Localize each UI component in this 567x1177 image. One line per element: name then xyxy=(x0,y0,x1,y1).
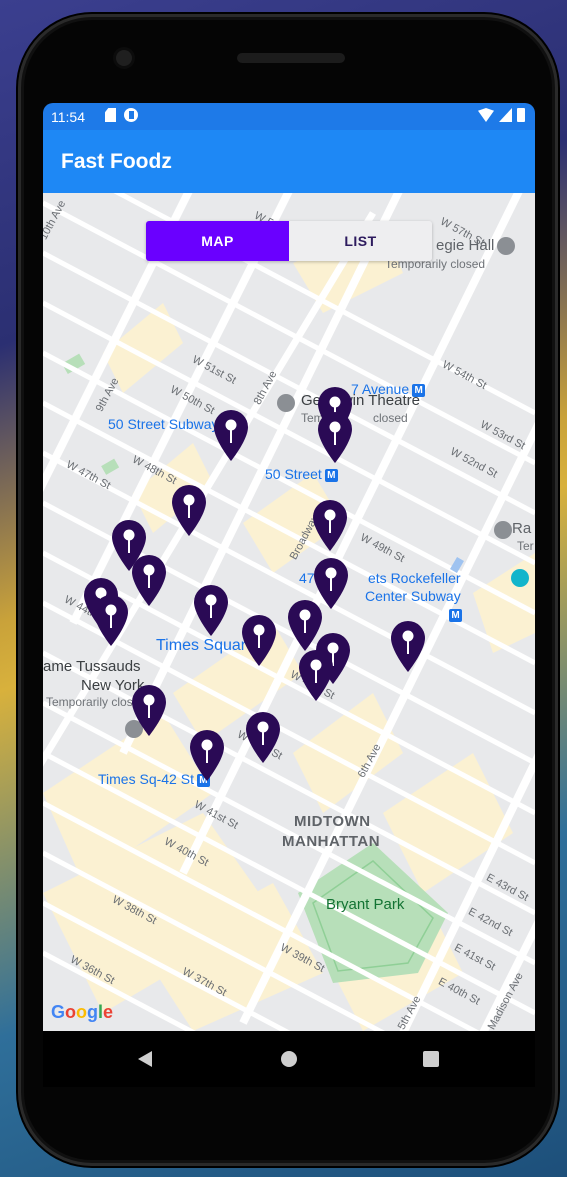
map-pin-icon[interactable] xyxy=(316,410,354,464)
camera-attraction-icon[interactable] xyxy=(511,569,529,587)
label-manhattan: MANHATTAN xyxy=(282,833,381,850)
app-title: Fast Foodz xyxy=(61,150,172,173)
list-tab-button[interactable]: LIST xyxy=(289,221,432,261)
device-screen: 11:54 Fast Foodz egie Hall Temporarily c… xyxy=(43,103,535,1087)
map-tab-button[interactable]: MAP xyxy=(146,221,289,261)
signal-icon xyxy=(499,108,512,122)
subway-icon-rockefeller[interactable]: M xyxy=(449,609,462,622)
music-venue-icon[interactable] xyxy=(497,237,515,255)
back-icon[interactable] xyxy=(138,1051,152,1067)
earpiece-speaker xyxy=(237,53,345,63)
map-pin-icon[interactable] xyxy=(170,483,208,537)
map-pin-icon[interactable] xyxy=(311,498,349,552)
map-pin-icon[interactable] xyxy=(188,728,226,782)
map-pin-icon[interactable] xyxy=(212,408,250,462)
recent-apps-icon[interactable] xyxy=(423,1051,439,1067)
wifi-icon xyxy=(478,108,494,122)
map-pin-icon[interactable] xyxy=(240,613,278,667)
theatre-icon[interactable] xyxy=(277,394,295,412)
place-icon[interactable] xyxy=(494,521,512,539)
map-pin-icon[interactable] xyxy=(389,619,427,673)
map-pin-icon[interactable] xyxy=(297,648,335,702)
label-ter: Ter xyxy=(517,539,534,553)
label-rockefeller: ets Rockefeller xyxy=(368,570,461,586)
view-toggle: MAP LIST xyxy=(146,221,432,261)
label-gershwin-status-closed: closed xyxy=(373,411,408,425)
app-bar: Fast Foodz xyxy=(43,130,535,193)
google-logo: Google xyxy=(51,1002,114,1022)
map-pin-icon[interactable] xyxy=(192,583,230,637)
home-icon[interactable] xyxy=(281,1051,297,1067)
map-pin-icon[interactable] xyxy=(130,683,168,737)
sd-card-icon xyxy=(105,108,116,122)
label-bryant-park: Bryant Park xyxy=(326,896,405,913)
label-center-subway: Center Subway xyxy=(365,588,461,604)
map-view[interactable]: egie Hall Temporarily closed 7 Avenue M G… xyxy=(43,193,535,1031)
battery-icon xyxy=(517,108,525,122)
label-ra: Ra xyxy=(512,520,532,537)
status-bar: 11:54 xyxy=(43,103,535,130)
map-pin-icon[interactable] xyxy=(244,710,282,764)
notification-icon xyxy=(124,108,138,122)
label-midtown: MIDTOWN xyxy=(294,813,371,830)
label-50-street: 50 Street M xyxy=(265,466,338,482)
front-camera xyxy=(116,50,132,66)
map-pin-icon[interactable] xyxy=(92,593,130,647)
label-madame-tussauds: ame Tussauds xyxy=(43,658,141,675)
map-pin-icon[interactable] xyxy=(130,553,168,607)
status-time: 11:54 xyxy=(51,109,85,125)
navigation-bar xyxy=(43,1031,535,1087)
